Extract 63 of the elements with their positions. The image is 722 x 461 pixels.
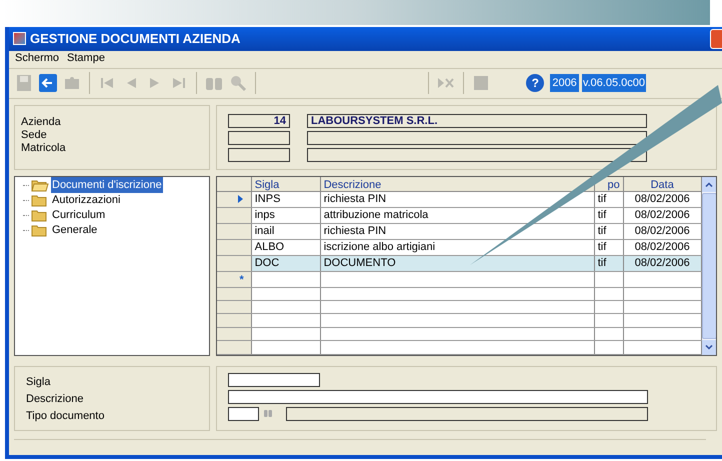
field-label: Matricola	[21, 142, 67, 155]
tree-item[interactable]: Autorizzazioni	[51, 192, 122, 208]
folder-icon	[31, 178, 49, 192]
input-field[interactable]	[228, 372, 320, 387]
input-field[interactable]	[228, 406, 259, 421]
folder-icon	[31, 208, 49, 222]
year-label: 2006	[550, 74, 579, 92]
back-arrow-icon[interactable]	[37, 72, 59, 94]
scroll-thumb[interactable]	[702, 192, 716, 339]
vertical-scrollbar[interactable]	[702, 176, 716, 355]
row-header[interactable]	[216, 256, 252, 271]
table-cell: tif	[594, 192, 624, 207]
new-row-marker: *	[239, 272, 244, 287]
code-field[interactable]	[228, 148, 290, 162]
chevron-up-icon	[705, 182, 714, 187]
row-header[interactable]	[216, 240, 252, 255]
table-cell: tif	[594, 256, 624, 271]
scroll-up-button[interactable]	[702, 176, 716, 192]
table-cell: INPS	[252, 192, 321, 207]
name-field[interactable]	[307, 148, 647, 162]
row-header	[216, 341, 252, 354]
app-icon	[13, 32, 26, 46]
tree-item[interactable]: Documenti d'iscrizione	[51, 176, 163, 194]
row-header[interactable]	[216, 208, 252, 223]
table-cell: inail	[252, 224, 321, 239]
row-header[interactable]: *	[216, 272, 252, 287]
window-title: GESTIONE DOCUMENTI AZIENDA	[30, 30, 240, 48]
column-header[interactable]: Sigla	[252, 176, 321, 191]
row-header[interactable]	[216, 224, 252, 239]
field-label: Sigla	[26, 374, 52, 390]
code-field[interactable]: 14	[228, 114, 290, 128]
table-cell: ALBO	[252, 240, 321, 255]
version-label: v.06.05.0c00	[582, 74, 646, 92]
field-label: Tipo documento	[26, 408, 106, 424]
field-label: Sede	[21, 128, 48, 142]
input-field[interactable]	[228, 390, 648, 404]
table-cell: tif	[594, 240, 624, 255]
name-field[interactable]: LABOURSYSTEM S.R.L.	[307, 114, 647, 128]
close-button[interactable]	[710, 28, 722, 49]
chevron-down-icon	[705, 344, 714, 350]
row-header	[216, 288, 252, 300]
table-cell: inps	[252, 208, 321, 223]
code-field[interactable]	[228, 130, 290, 145]
row-header	[216, 328, 252, 340]
table-cell: tif	[594, 208, 624, 223]
row-header	[216, 301, 252, 314]
field-label: Azienda	[21, 116, 62, 129]
table-cell: tif	[594, 224, 624, 239]
table-cell: DOC	[252, 256, 321, 271]
menu-item[interactable]: Schermo	[15, 50, 60, 66]
name-field[interactable]	[307, 130, 647, 145]
new-row[interactable]: *	[216, 272, 702, 288]
folder-icon	[31, 224, 49, 237]
menu-item[interactable]: Stampe	[67, 50, 105, 66]
row-header[interactable]	[216, 192, 252, 207]
folder-icon	[31, 194, 49, 207]
tree-item[interactable]: Generale	[51, 222, 98, 238]
tree-item[interactable]: Curriculum	[51, 206, 106, 224]
scroll-down-button[interactable]	[702, 340, 716, 355]
table-row[interactable]: DOC DOCUMENTO tif 08/02/2006	[216, 256, 702, 272]
help-button[interactable]: ?	[526, 74, 544, 92]
row-header	[216, 314, 252, 327]
field-label: Descrizione	[26, 392, 84, 407]
